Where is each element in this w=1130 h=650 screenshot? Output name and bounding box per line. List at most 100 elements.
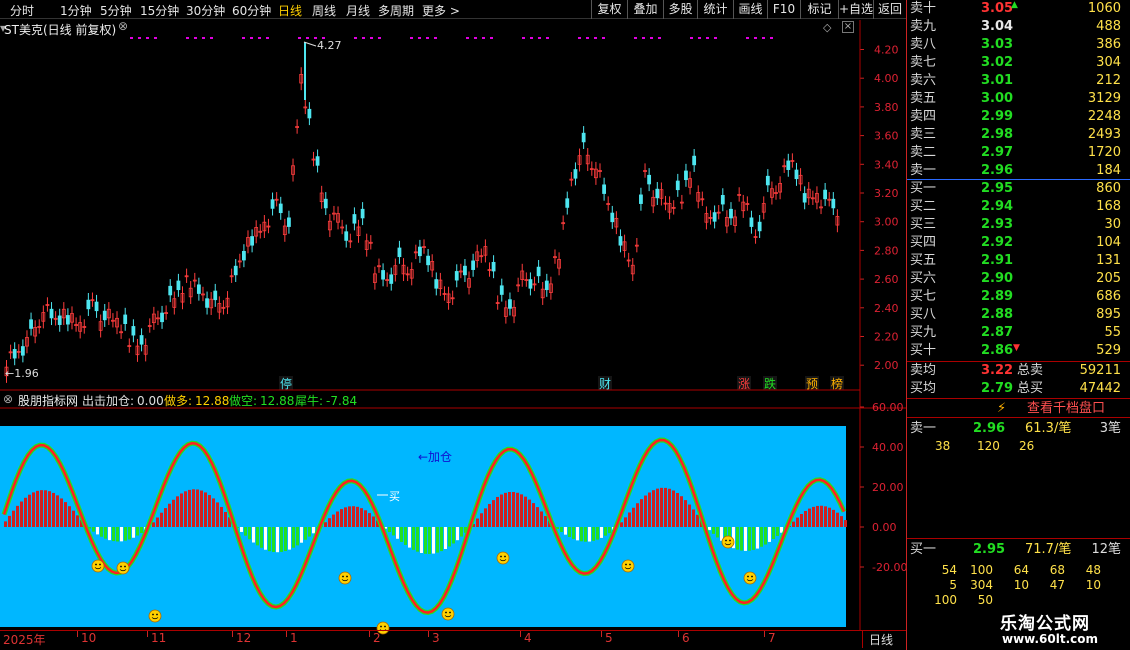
- order-level[interactable]: 买七 2.89 686: [907, 288, 1130, 306]
- time-axis-tick: [764, 631, 765, 637]
- toolbar-button[interactable]: +自选: [838, 0, 873, 19]
- timeframe-tab[interactable]: 更多 >: [422, 2, 460, 19]
- buy-queue-header: 买一 2.95 71.7/笔 12笔: [907, 541, 1130, 559]
- toolbar-button[interactable]: F10: [767, 0, 800, 19]
- order-level[interactable]: 卖二 2.97 1720: [907, 144, 1130, 162]
- arrow-up-icon: ▲: [1011, 0, 1018, 10]
- indicator-field: 犀牛: -7.84: [295, 392, 357, 409]
- order-level[interactable]: 卖一 2.96 184: [907, 162, 1130, 180]
- level-label: 买一: [910, 181, 937, 196]
- order-level[interactable]: 卖七 3.02 304: [907, 54, 1130, 72]
- timeframe-tab[interactable]: 月线: [346, 2, 370, 19]
- queue-order: 10: [1013, 578, 1029, 592]
- indicator-collapse-icon[interactable]: ⊗: [3, 392, 13, 406]
- event-marker[interactable]: 财: [599, 377, 611, 391]
- timeframe-tab[interactable]: 15分钟: [140, 2, 179, 19]
- timeframe-tab[interactable]: 30分钟: [186, 2, 225, 19]
- chart-canvas[interactable]: 4.20 4.00 3.80 3.60 3.40 3.20 3.00 2.80 2.60 2.40…: [0, 0, 906, 650]
- level-label: 卖七: [910, 55, 937, 70]
- order-level[interactable]: 卖十 3.05 1060: [907, 0, 1130, 18]
- timeframe-tab[interactable]: 日线: [278, 2, 302, 19]
- toolbar-button[interactable]: 统计: [697, 0, 733, 19]
- order-level[interactable]: 买九 2.87 55: [907, 324, 1130, 342]
- timeframe-tab[interactable]: 周线: [312, 2, 336, 19]
- queue-count: 3笔: [1099, 421, 1121, 436]
- toolbar: 分时 1分钟 5分钟 15分钟 30分钟 60分钟 日线 周线 月线 多周期 更多 > 复权 叠加 多股统…: [0, 0, 906, 19]
- summary-total: 59211: [1079, 363, 1121, 378]
- add-position-annotation: ←加仓: [418, 450, 452, 464]
- order-level[interactable]: 卖五 3.00 3129: [907, 90, 1130, 108]
- time-axis-label: 4: [524, 631, 532, 645]
- time-axis-label: 6: [682, 631, 690, 645]
- event-marker[interactable]: 跌: [764, 376, 776, 391]
- order-level[interactable]: 卖八 3.03 386: [907, 36, 1130, 54]
- toolbar-button[interactable]: 多股: [663, 0, 697, 19]
- toolbar-button[interactable]: 返回: [873, 0, 906, 19]
- queue-order: 64: [1013, 563, 1029, 577]
- time-axis-label: 5: [605, 631, 613, 645]
- level-label: 买三: [910, 217, 937, 232]
- event-marker[interactable]: 停: [280, 376, 292, 391]
- close-panel-icon[interactable]: ×: [842, 21, 854, 33]
- level-label: 卖九: [910, 19, 937, 34]
- timeframe-tab[interactable]: 60分钟: [232, 2, 271, 19]
- level-volume: 686: [1096, 289, 1121, 304]
- toolbar-button[interactable]: 复权: [591, 0, 627, 19]
- level-volume: 3129: [1087, 91, 1121, 106]
- queue-divider: [907, 538, 1130, 539]
- timeframe-tab[interactable]: 多周期: [378, 2, 414, 19]
- event-marker[interactable]: 涨: [738, 376, 750, 391]
- summary-label: 卖均: [910, 363, 937, 378]
- time-axis-tick: [77, 631, 78, 637]
- order-level[interactable]: 买一 2.95 860: [907, 180, 1130, 198]
- order-level[interactable]: 卖六 3.01 212: [907, 72, 1130, 90]
- timeframe-tab[interactable]: 分时: [10, 2, 34, 19]
- level-price: 2.93: [981, 217, 1014, 232]
- time-axis-label: 2025年: [3, 633, 46, 647]
- timeframe-tab[interactable]: 1分钟: [60, 2, 92, 19]
- order-level[interactable]: 卖四 2.99 2248: [907, 108, 1130, 126]
- toolbar-button[interactable]: 画线: [733, 0, 767, 19]
- time-axis-tick: [286, 631, 287, 637]
- order-level[interactable]: 买三 2.93 30: [907, 216, 1130, 234]
- time-axis-tick: [520, 631, 521, 637]
- period-label[interactable]: 日线: [862, 631, 906, 648]
- order-book-panel: 卖十 3.05 1060 卖九 3.04 488 卖八 3.03 386 卖七 3.02 304 卖六 3…: [906, 0, 1130, 650]
- queue-order: 5: [949, 578, 957, 592]
- price-tick-label: 3.40: [874, 158, 899, 171]
- level-volume: 488: [1096, 19, 1121, 34]
- order-level[interactable]: 买二 2.94 168: [907, 198, 1130, 216]
- event-marker[interactable]: 榜: [831, 376, 843, 391]
- level-label: 卖二: [910, 145, 937, 160]
- queue-order: 47: [1049, 578, 1065, 592]
- queue-order: 100: [970, 563, 993, 577]
- level-price: 3.01: [981, 73, 1014, 88]
- level-price: 2.95: [981, 181, 1014, 196]
- order-level[interactable]: 卖三 2.98 2493: [907, 126, 1130, 144]
- order-level[interactable]: 卖九 3.04 488: [907, 18, 1130, 36]
- settings-circle-icon[interactable]: ⊗: [118, 19, 128, 33]
- sell-queue-header: 卖一 2.96 61.3/笔 3笔: [907, 420, 1130, 438]
- order-level[interactable]: 买六 2.90 205: [907, 270, 1130, 288]
- queue-order: 54: [941, 563, 957, 577]
- order-level[interactable]: 买五 2.91 131: [907, 252, 1130, 270]
- indicator-field: 出击加仓: 0.00: [82, 392, 164, 409]
- level-label: 买二: [910, 199, 937, 214]
- level-label: 卖四: [910, 109, 937, 124]
- level-price: 2.91: [981, 253, 1014, 268]
- order-level[interactable]: 买八 2.88 895: [907, 306, 1130, 324]
- time-axis-label: 2: [373, 631, 381, 645]
- kilo-book-button[interactable]: ⚡ 查看千档盘口: [907, 398, 1130, 418]
- order-level[interactable]: 买四 2.92 104: [907, 234, 1130, 252]
- event-marker[interactable]: 预: [806, 377, 818, 391]
- time-axis-label: 11: [151, 631, 167, 645]
- diamond-icon[interactable]: ◇: [823, 21, 831, 34]
- level-volume: 2493: [1087, 127, 1121, 142]
- indicator-tick-label: -20.00: [872, 561, 906, 574]
- toolbar-button[interactable]: 标记: [800, 0, 838, 19]
- toolbar-button[interactable]: 叠加: [627, 0, 663, 19]
- timeframe-tab[interactable]: 5分钟: [100, 2, 132, 19]
- price-tick-label: 2.60: [874, 273, 899, 286]
- price-tick-label: 2.20: [874, 331, 899, 344]
- level-price: 2.94: [981, 199, 1014, 214]
